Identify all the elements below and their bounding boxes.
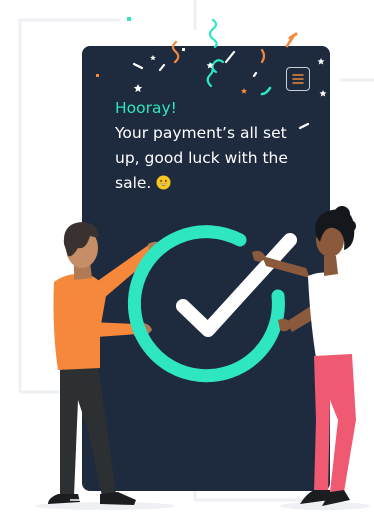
check-circle-icon (127, 225, 301, 383)
celebration-illustration (35, 17, 370, 510)
confetti (96, 17, 327, 130)
